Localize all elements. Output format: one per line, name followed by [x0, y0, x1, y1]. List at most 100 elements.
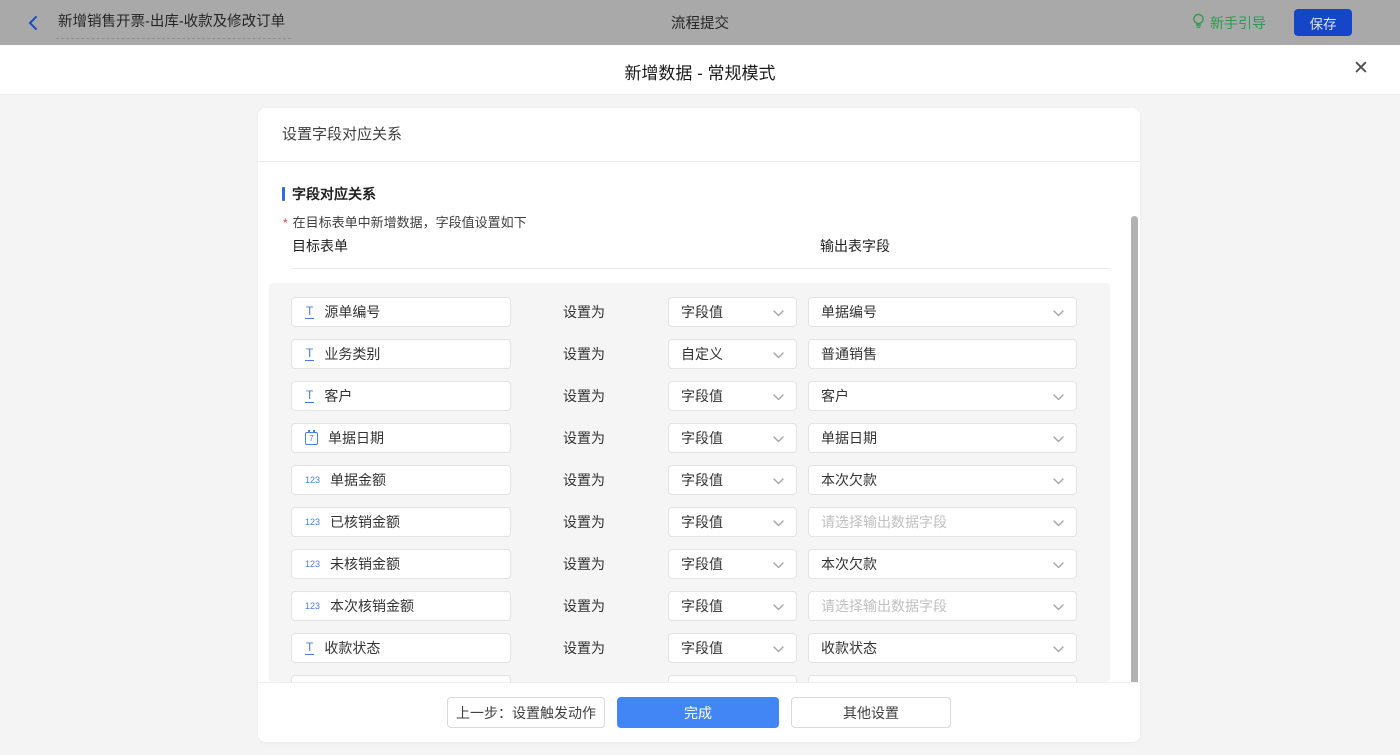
mode-select[interactable]: 自定义: [668, 339, 797, 369]
column-headers: 目标表单 输出表字段: [292, 236, 1110, 256]
target-field-label: 源单编号: [324, 302, 380, 322]
mode-select[interactable]: 字段值: [668, 507, 797, 537]
column-header-output-fields: 输出表字段: [820, 236, 890, 256]
target-field-label: 业务类别: [324, 344, 380, 364]
field-mapping-row: T 业务类别 设置为 自定义 普通销售: [291, 339, 1110, 369]
output-field-select[interactable]: 本次欠款: [808, 465, 1077, 495]
number-icon: 123: [305, 559, 320, 569]
chevron-down-icon: [773, 430, 784, 446]
output-field-select[interactable]: 请选择输出数据字段: [808, 507, 1077, 537]
card-footer: 上一步：设置触发动作 完成 其他设置: [258, 682, 1140, 742]
output-field-select[interactable]: 普通销售: [808, 339, 1077, 369]
field-mapping-card: 设置字段对应关系 字段对应关系 *在目标表单中新增数据，字段值设置如下 目标表单…: [258, 108, 1140, 742]
mode-select[interactable]: 字段值: [668, 465, 797, 495]
target-field-box[interactable]: T 收款状态: [291, 633, 511, 663]
field-mapping-row: T 源单编号 设置为 字段值 单据编号: [291, 297, 1110, 327]
target-field-box[interactable]: 123 未核销金额: [291, 549, 511, 579]
field-mapping-row: 123 已核销金额 设置为 字段值 请选择输出数据字段: [291, 507, 1110, 537]
field-mapping-row: 123 未核销金额 设置为 字段值 本次欠款: [291, 549, 1110, 579]
column-header-target-form: 目标表单: [292, 238, 348, 254]
set-as-label: 设置为: [563, 554, 611, 574]
chevron-down-icon: [773, 640, 784, 656]
target-field-box[interactable]: [291, 675, 511, 682]
note-text: 在目标表单中新增数据，字段值设置如下: [293, 215, 527, 230]
field-mapping-row: [291, 675, 1110, 682]
mode-select[interactable]: 字段值: [668, 633, 797, 663]
target-field-label: 客户: [324, 386, 352, 406]
output-field-select[interactable]: 客户: [808, 381, 1077, 411]
target-field-label: 本次核销金额: [330, 596, 414, 616]
mode-select[interactable]: 字段值: [668, 423, 797, 453]
target-field-box[interactable]: 123 已核销金额: [291, 507, 511, 537]
number-icon: 123: [305, 517, 320, 527]
required-asterisk: *: [283, 216, 288, 230]
text-field-icon: T: [305, 348, 314, 361]
set-as-label: 设置为: [563, 428, 611, 448]
target-field-label: 单据日期: [328, 428, 384, 448]
done-button[interactable]: 完成: [617, 697, 779, 728]
chevron-down-icon: [1053, 640, 1064, 656]
chevron-down-icon: [773, 472, 784, 488]
chevron-down-icon: [773, 388, 784, 404]
modal-header: 新增数据 - 常规模式 ✕: [0, 45, 1400, 95]
output-field-select[interactable]: 单据日期: [808, 423, 1077, 453]
chevron-down-icon: [1053, 514, 1064, 530]
close-icon[interactable]: ✕: [1350, 58, 1372, 80]
target-field-label: 收款状态: [324, 638, 380, 658]
chevron-down-icon: [773, 514, 784, 530]
target-field-label: 单据金额: [330, 470, 386, 490]
chevron-down-icon: [773, 346, 784, 362]
target-field-box[interactable]: T 客户: [291, 381, 511, 411]
mode-select[interactable]: 字段值: [668, 297, 797, 327]
field-mapping-row: 123 本次核销金额 设置为 字段值 请选择输出数据字段: [291, 591, 1110, 621]
card-header-title: 设置字段对应关系: [258, 108, 1140, 162]
chevron-down-icon: [1053, 430, 1064, 446]
set-as-label: 设置为: [563, 596, 611, 616]
other-settings-button[interactable]: 其他设置: [791, 697, 951, 728]
save-button[interactable]: 保存: [1294, 9, 1352, 36]
output-field-select[interactable]: 请选择输出数据字段: [808, 591, 1077, 621]
field-mapping-rows-panel: T 源单编号 设置为 字段值 单据编号 T 业务类别 设置为 自定义 普通销售 …: [269, 283, 1110, 682]
workflow-title[interactable]: 新增销售开票-出库-收款及修改订单: [56, 6, 291, 39]
target-field-label: 已核销金额: [330, 512, 400, 532]
text-field-icon: T: [305, 390, 314, 403]
set-as-label: 设置为: [563, 638, 611, 658]
previous-step-button[interactable]: 上一步：设置触发动作: [447, 697, 605, 728]
output-field-select[interactable]: 本次欠款: [808, 549, 1077, 579]
chevron-down-icon: [773, 304, 784, 320]
set-as-label: 设置为: [563, 302, 611, 322]
target-field-box[interactable]: 7 单据日期: [291, 423, 511, 453]
number-icon: 123: [305, 475, 320, 485]
modal-body: 设置字段对应关系 字段对应关系 *在目标表单中新增数据，字段值设置如下 目标表单…: [0, 95, 1400, 755]
chevron-down-icon: [773, 598, 784, 614]
beginner-guide-link[interactable]: 新手引导: [1192, 13, 1266, 33]
chevron-down-icon: [773, 556, 784, 572]
target-field-box[interactable]: 123 单据金额: [291, 465, 511, 495]
output-field-select[interactable]: [808, 675, 1077, 682]
mode-select[interactable]: 字段值: [668, 381, 797, 411]
output-field-select[interactable]: 收款状态: [808, 633, 1077, 663]
chevron-down-icon: [1053, 472, 1064, 488]
vertical-scrollbar[interactable]: [1131, 216, 1138, 682]
field-mapping-row: 7 单据日期 设置为 字段值 单据日期: [291, 423, 1110, 453]
mode-select[interactable]: 字段值: [668, 591, 797, 621]
set-as-label: 设置为: [563, 386, 611, 406]
text-field-icon: T: [305, 306, 314, 319]
number-icon: 123: [305, 601, 320, 611]
output-field-select[interactable]: 单据编号: [808, 297, 1077, 327]
mode-select[interactable]: 字段值: [668, 549, 797, 579]
set-as-label: 设置为: [563, 512, 611, 532]
modal-title: 新增数据 - 常规模式: [0, 59, 1400, 84]
bulb-icon: [1192, 13, 1205, 32]
card-scroll-area: 字段对应关系 *在目标表单中新增数据，字段值设置如下 目标表单 输出表字段 T …: [258, 162, 1140, 682]
mode-select[interactable]: [668, 675, 797, 682]
target-field-box[interactable]: T 源单编号: [291, 297, 511, 327]
set-as-label: 设置为: [563, 470, 611, 490]
target-field-box[interactable]: T 业务类别: [291, 339, 511, 369]
target-field-box[interactable]: 123 本次核销金额: [291, 591, 511, 621]
back-icon[interactable]: [26, 13, 46, 33]
text-field-icon: T: [305, 642, 314, 655]
set-as-label: 设置为: [563, 344, 611, 364]
calendar-icon: 7: [305, 432, 318, 445]
chevron-down-icon: [1053, 556, 1064, 572]
